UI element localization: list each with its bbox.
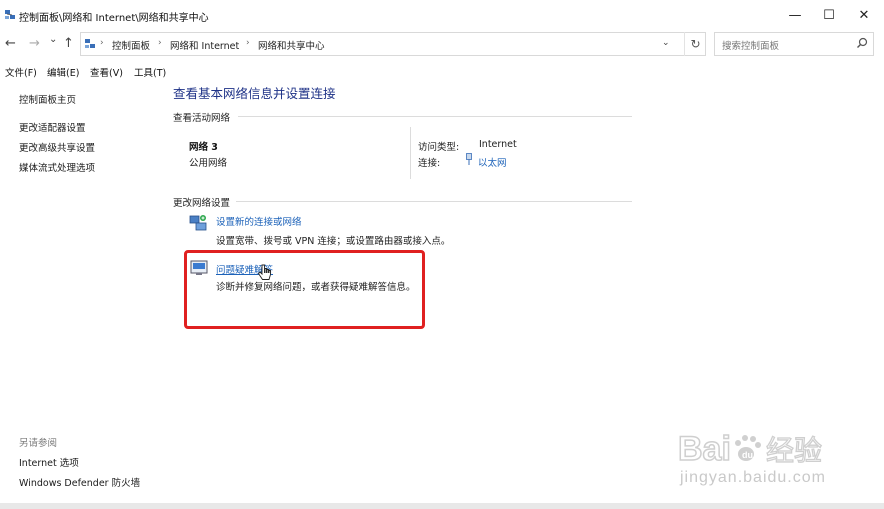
baidu-watermark-logo: Bai du 经验 bbox=[677, 429, 822, 468]
breadcrumb-separator: › bbox=[158, 38, 162, 48]
breadcrumb-separator: › bbox=[246, 38, 250, 48]
setup-connection-description: 设置宽带、拨号或 VPN 连接；或设置路由器或接入点。 bbox=[216, 236, 451, 247]
access-type-value: Internet bbox=[479, 139, 517, 150]
page-title: 查看基本网络信息并设置连接 bbox=[173, 86, 336, 101]
breadcrumb-network-internet[interactable]: 网络和 Internet bbox=[170, 38, 239, 52]
access-type-label: 访问类型: bbox=[418, 142, 460, 153]
hand-cursor-icon bbox=[258, 264, 271, 280]
svg-text:经验: 经验 bbox=[766, 434, 822, 467]
section-divider bbox=[238, 116, 632, 117]
close-button[interactable]: ✕ bbox=[849, 6, 879, 26]
network-center-icon bbox=[85, 39, 95, 48]
network-center-icon bbox=[5, 10, 15, 19]
forward-button[interactable]: → bbox=[29, 36, 40, 51]
highlight-annotation bbox=[184, 250, 425, 329]
menu-file[interactable]: 文件(F) bbox=[5, 65, 37, 79]
connection-label: 连接: bbox=[418, 158, 441, 169]
sidebar-item-home[interactable]: 控制面板主页 bbox=[19, 92, 76, 106]
breadcrumb-sharing-center[interactable]: 网络和共享中心 bbox=[258, 38, 325, 52]
svg-text:Bai: Bai bbox=[678, 430, 731, 468]
network-setup-icon bbox=[189, 215, 207, 231]
minimize-button[interactable]: — bbox=[780, 6, 810, 26]
watermark-url: jingyan.baidu.com bbox=[680, 469, 826, 486]
setup-connection-link[interactable]: 设置新的连接或网络 bbox=[216, 214, 302, 228]
svg-text:du: du bbox=[742, 450, 753, 460]
ethernet-connection-link[interactable]: 以太网 bbox=[478, 155, 507, 169]
menu-edit[interactable]: 编辑(E) bbox=[47, 65, 79, 79]
sidebar-item-advanced-sharing[interactable]: 更改高级共享设置 bbox=[19, 140, 95, 154]
active-networks-heading: 查看活动网络 bbox=[173, 113, 231, 124]
change-settings-heading: 更改网络设置 bbox=[173, 198, 231, 209]
refresh-button[interactable]: ↻ bbox=[684, 32, 706, 56]
search-icon[interactable] bbox=[856, 37, 868, 49]
window-title: 控制面板\网络和 Internet\网络和共享中心 bbox=[19, 13, 209, 24]
maximize-button[interactable]: ☐ bbox=[814, 6, 844, 26]
sidebar-item-media-streaming[interactable]: 媒体流式处理选项 bbox=[19, 160, 95, 174]
sidebar-item-internet-options[interactable]: Internet 选项 bbox=[19, 455, 79, 469]
section-divider bbox=[236, 201, 632, 202]
breadcrumb-separator: › bbox=[100, 38, 104, 48]
sidebar-item-adapter-settings[interactable]: 更改适配器设置 bbox=[19, 120, 86, 134]
bottom-edge bbox=[0, 503, 884, 509]
back-button[interactable]: ← bbox=[5, 36, 16, 51]
vertical-divider bbox=[410, 127, 411, 179]
ethernet-icon bbox=[466, 153, 472, 165]
sidebar-item-defender-firewall[interactable]: Windows Defender 防火墙 bbox=[19, 475, 140, 489]
up-button[interactable]: ↑ bbox=[63, 36, 74, 51]
search-placeholder: 搜索控制面板 bbox=[722, 41, 780, 52]
address-dropdown-button[interactable]: ⌄ bbox=[662, 38, 670, 48]
network-name: 网络 3 bbox=[189, 142, 218, 153]
menu-view[interactable]: 查看(V) bbox=[90, 65, 123, 79]
recent-locations-button[interactable]: ⌄ bbox=[49, 34, 57, 45]
menu-tools[interactable]: 工具(T) bbox=[134, 65, 166, 79]
network-category-link[interactable]: 公用网络 bbox=[189, 155, 227, 169]
see-also-heading: 另请参阅 bbox=[19, 438, 58, 449]
breadcrumb-control-panel[interactable]: 控制面板 bbox=[112, 38, 150, 52]
